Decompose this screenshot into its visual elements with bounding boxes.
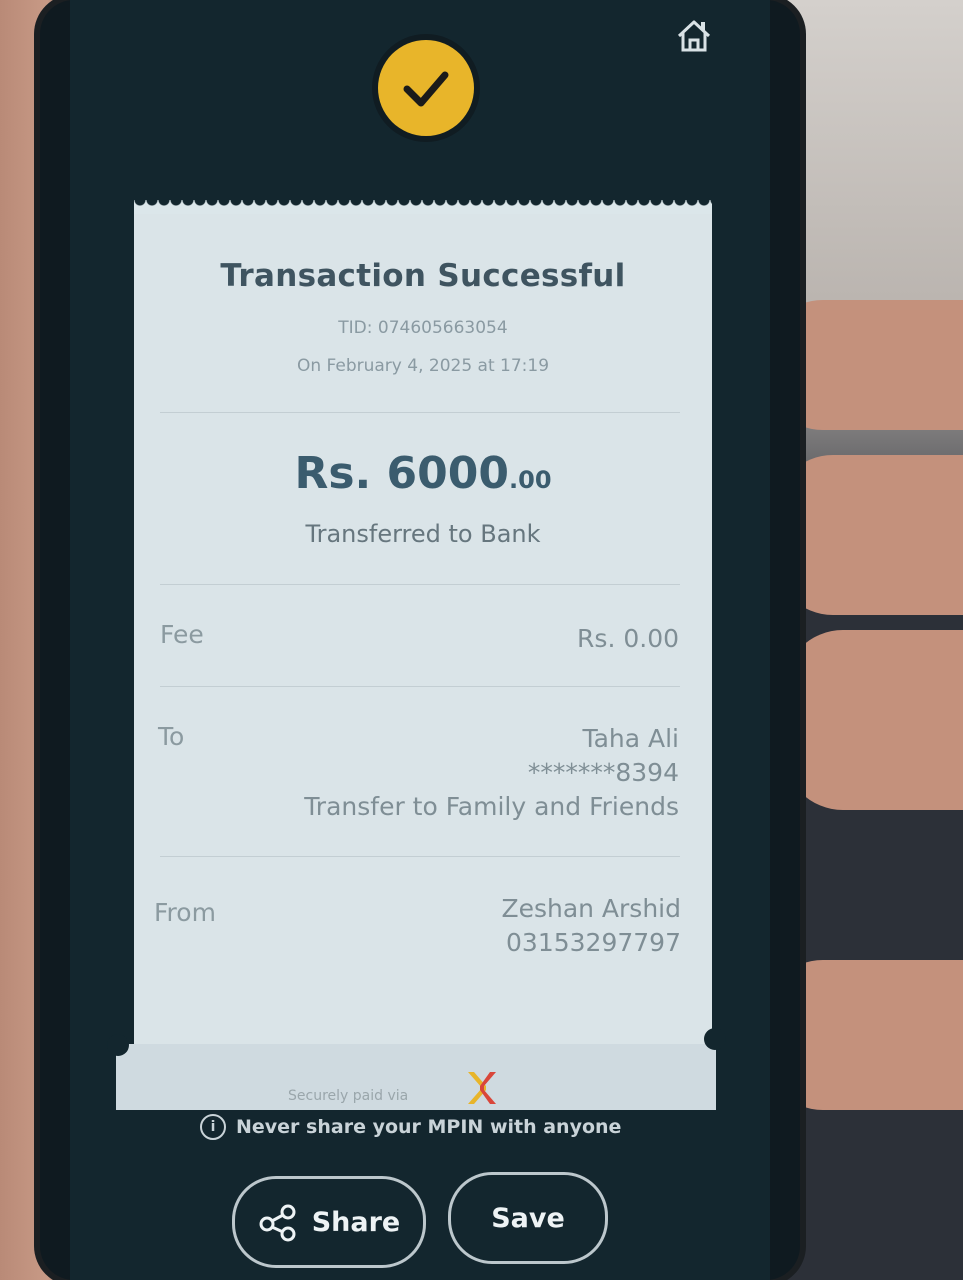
recipient-details: Taha Ali *******8394 Transfer to Family … bbox=[304, 722, 679, 824]
success-check-badge bbox=[378, 40, 474, 136]
check-icon bbox=[403, 71, 449, 107]
save-button[interactable]: Save bbox=[448, 1172, 608, 1264]
divider bbox=[160, 412, 680, 413]
fee-value: Rs. 0.00 bbox=[577, 624, 679, 653]
sender-name: Zeshan Arshid bbox=[501, 894, 681, 923]
background-finger bbox=[783, 630, 963, 810]
home-icon bbox=[677, 20, 711, 52]
transaction-status-title: Transaction Successful bbox=[220, 258, 626, 294]
share-icon bbox=[259, 1204, 296, 1242]
receipt-notch-left bbox=[107, 1034, 129, 1056]
payment-provider-logo bbox=[468, 1072, 496, 1104]
fee-label: Fee bbox=[160, 620, 204, 649]
divider bbox=[160, 686, 680, 687]
mpin-warning: i Never share your MPIN with anyone bbox=[200, 1114, 621, 1140]
sender-number: 03153297797 bbox=[506, 928, 681, 957]
divider bbox=[160, 584, 680, 585]
transaction-date: On February 4, 2025 at 17:19 bbox=[296, 356, 550, 376]
share-button-label: Share bbox=[311, 1206, 401, 1238]
receipt-notch-right bbox=[704, 1028, 726, 1050]
from-label: From bbox=[154, 898, 216, 927]
home-button[interactable] bbox=[672, 14, 716, 58]
transaction-id: TID: 074605663054 bbox=[338, 318, 508, 338]
save-button-label: Save bbox=[491, 1202, 565, 1234]
info-icon: i bbox=[200, 1114, 226, 1140]
recipient-name: Taha Ali bbox=[582, 724, 679, 753]
transfer-purpose: Transfer to Family and Friends bbox=[304, 792, 679, 821]
sender-details: Zeshan Arshid 03153297797 bbox=[501, 892, 681, 960]
share-button[interactable]: Share bbox=[232, 1176, 426, 1268]
divider bbox=[160, 856, 680, 857]
receipt-footer bbox=[116, 1044, 716, 1110]
background-finger bbox=[773, 455, 963, 615]
mpin-warning-text: Never share your MPIN with anyone bbox=[236, 1116, 622, 1138]
amount-decimals: .00 bbox=[509, 466, 552, 494]
to-label: To bbox=[158, 722, 185, 751]
recipient-account: *******8394 bbox=[527, 758, 679, 787]
transaction-type: Transferred to Bank bbox=[305, 520, 541, 548]
transaction-amount: Rs. 6000.00 bbox=[134, 448, 712, 499]
secure-payment-text: Securely paid via bbox=[288, 1088, 409, 1104]
amount-main: Rs. 6000 bbox=[294, 448, 510, 499]
